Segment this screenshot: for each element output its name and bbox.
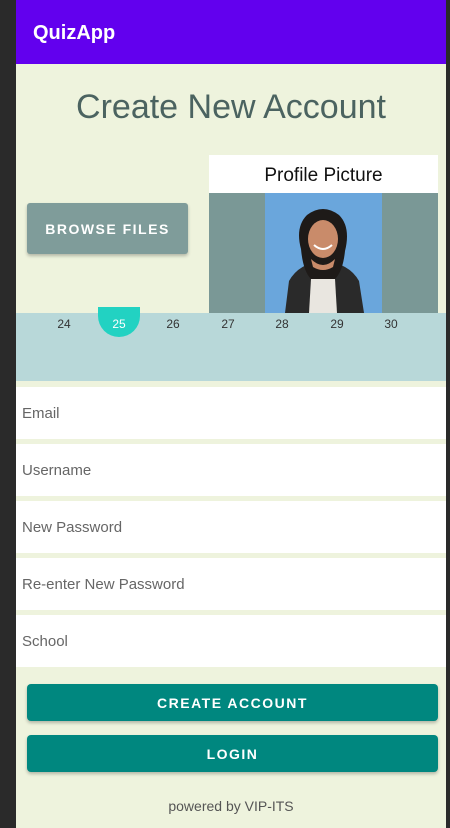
email-field[interactable] bbox=[16, 387, 446, 439]
profile-picture-label: Profile Picture bbox=[264, 165, 383, 186]
footer-text: powered by VIP-ITS bbox=[168, 798, 294, 814]
page-title: Create New Account bbox=[76, 88, 386, 126]
date-25[interactable]: 25 bbox=[99, 317, 139, 331]
person-photo-icon bbox=[265, 193, 382, 313]
date-27[interactable]: 27 bbox=[208, 317, 248, 331]
date-29[interactable]: 29 bbox=[317, 317, 357, 331]
username-field-container bbox=[16, 444, 446, 496]
login-button[interactable]: LOGIN bbox=[27, 735, 438, 772]
profile-picture-header: Profile Picture bbox=[209, 155, 438, 193]
school-field-container bbox=[16, 615, 446, 667]
reenter-password-field-container bbox=[16, 558, 446, 610]
date-30[interactable]: 30 bbox=[371, 317, 411, 331]
app-screen: QuizApp Create New Account BROWSE FILES … bbox=[16, 0, 446, 828]
profile-photo[interactable] bbox=[265, 193, 382, 313]
date-28[interactable]: 28 bbox=[262, 317, 302, 331]
date-26[interactable]: 26 bbox=[153, 317, 193, 331]
email-field-container bbox=[16, 387, 446, 439]
new-password-field[interactable] bbox=[16, 501, 446, 553]
browse-files-button[interactable]: BROWSE FILES bbox=[27, 203, 188, 254]
date-24[interactable]: 24 bbox=[44, 317, 84, 331]
app-title: QuizApp bbox=[33, 22, 116, 44]
date-picker-strip: 24 25 26 27 28 29 30 bbox=[16, 307, 446, 381]
device-frame-right bbox=[446, 0, 450, 828]
reenter-password-field[interactable] bbox=[16, 558, 446, 610]
username-field[interactable] bbox=[16, 444, 446, 496]
app-bar: QuizApp bbox=[16, 0, 446, 64]
device-frame-left bbox=[0, 0, 16, 828]
create-account-button[interactable]: CREATE ACCOUNT bbox=[27, 684, 438, 721]
new-password-field-container bbox=[16, 501, 446, 553]
school-field[interactable] bbox=[16, 615, 446, 667]
